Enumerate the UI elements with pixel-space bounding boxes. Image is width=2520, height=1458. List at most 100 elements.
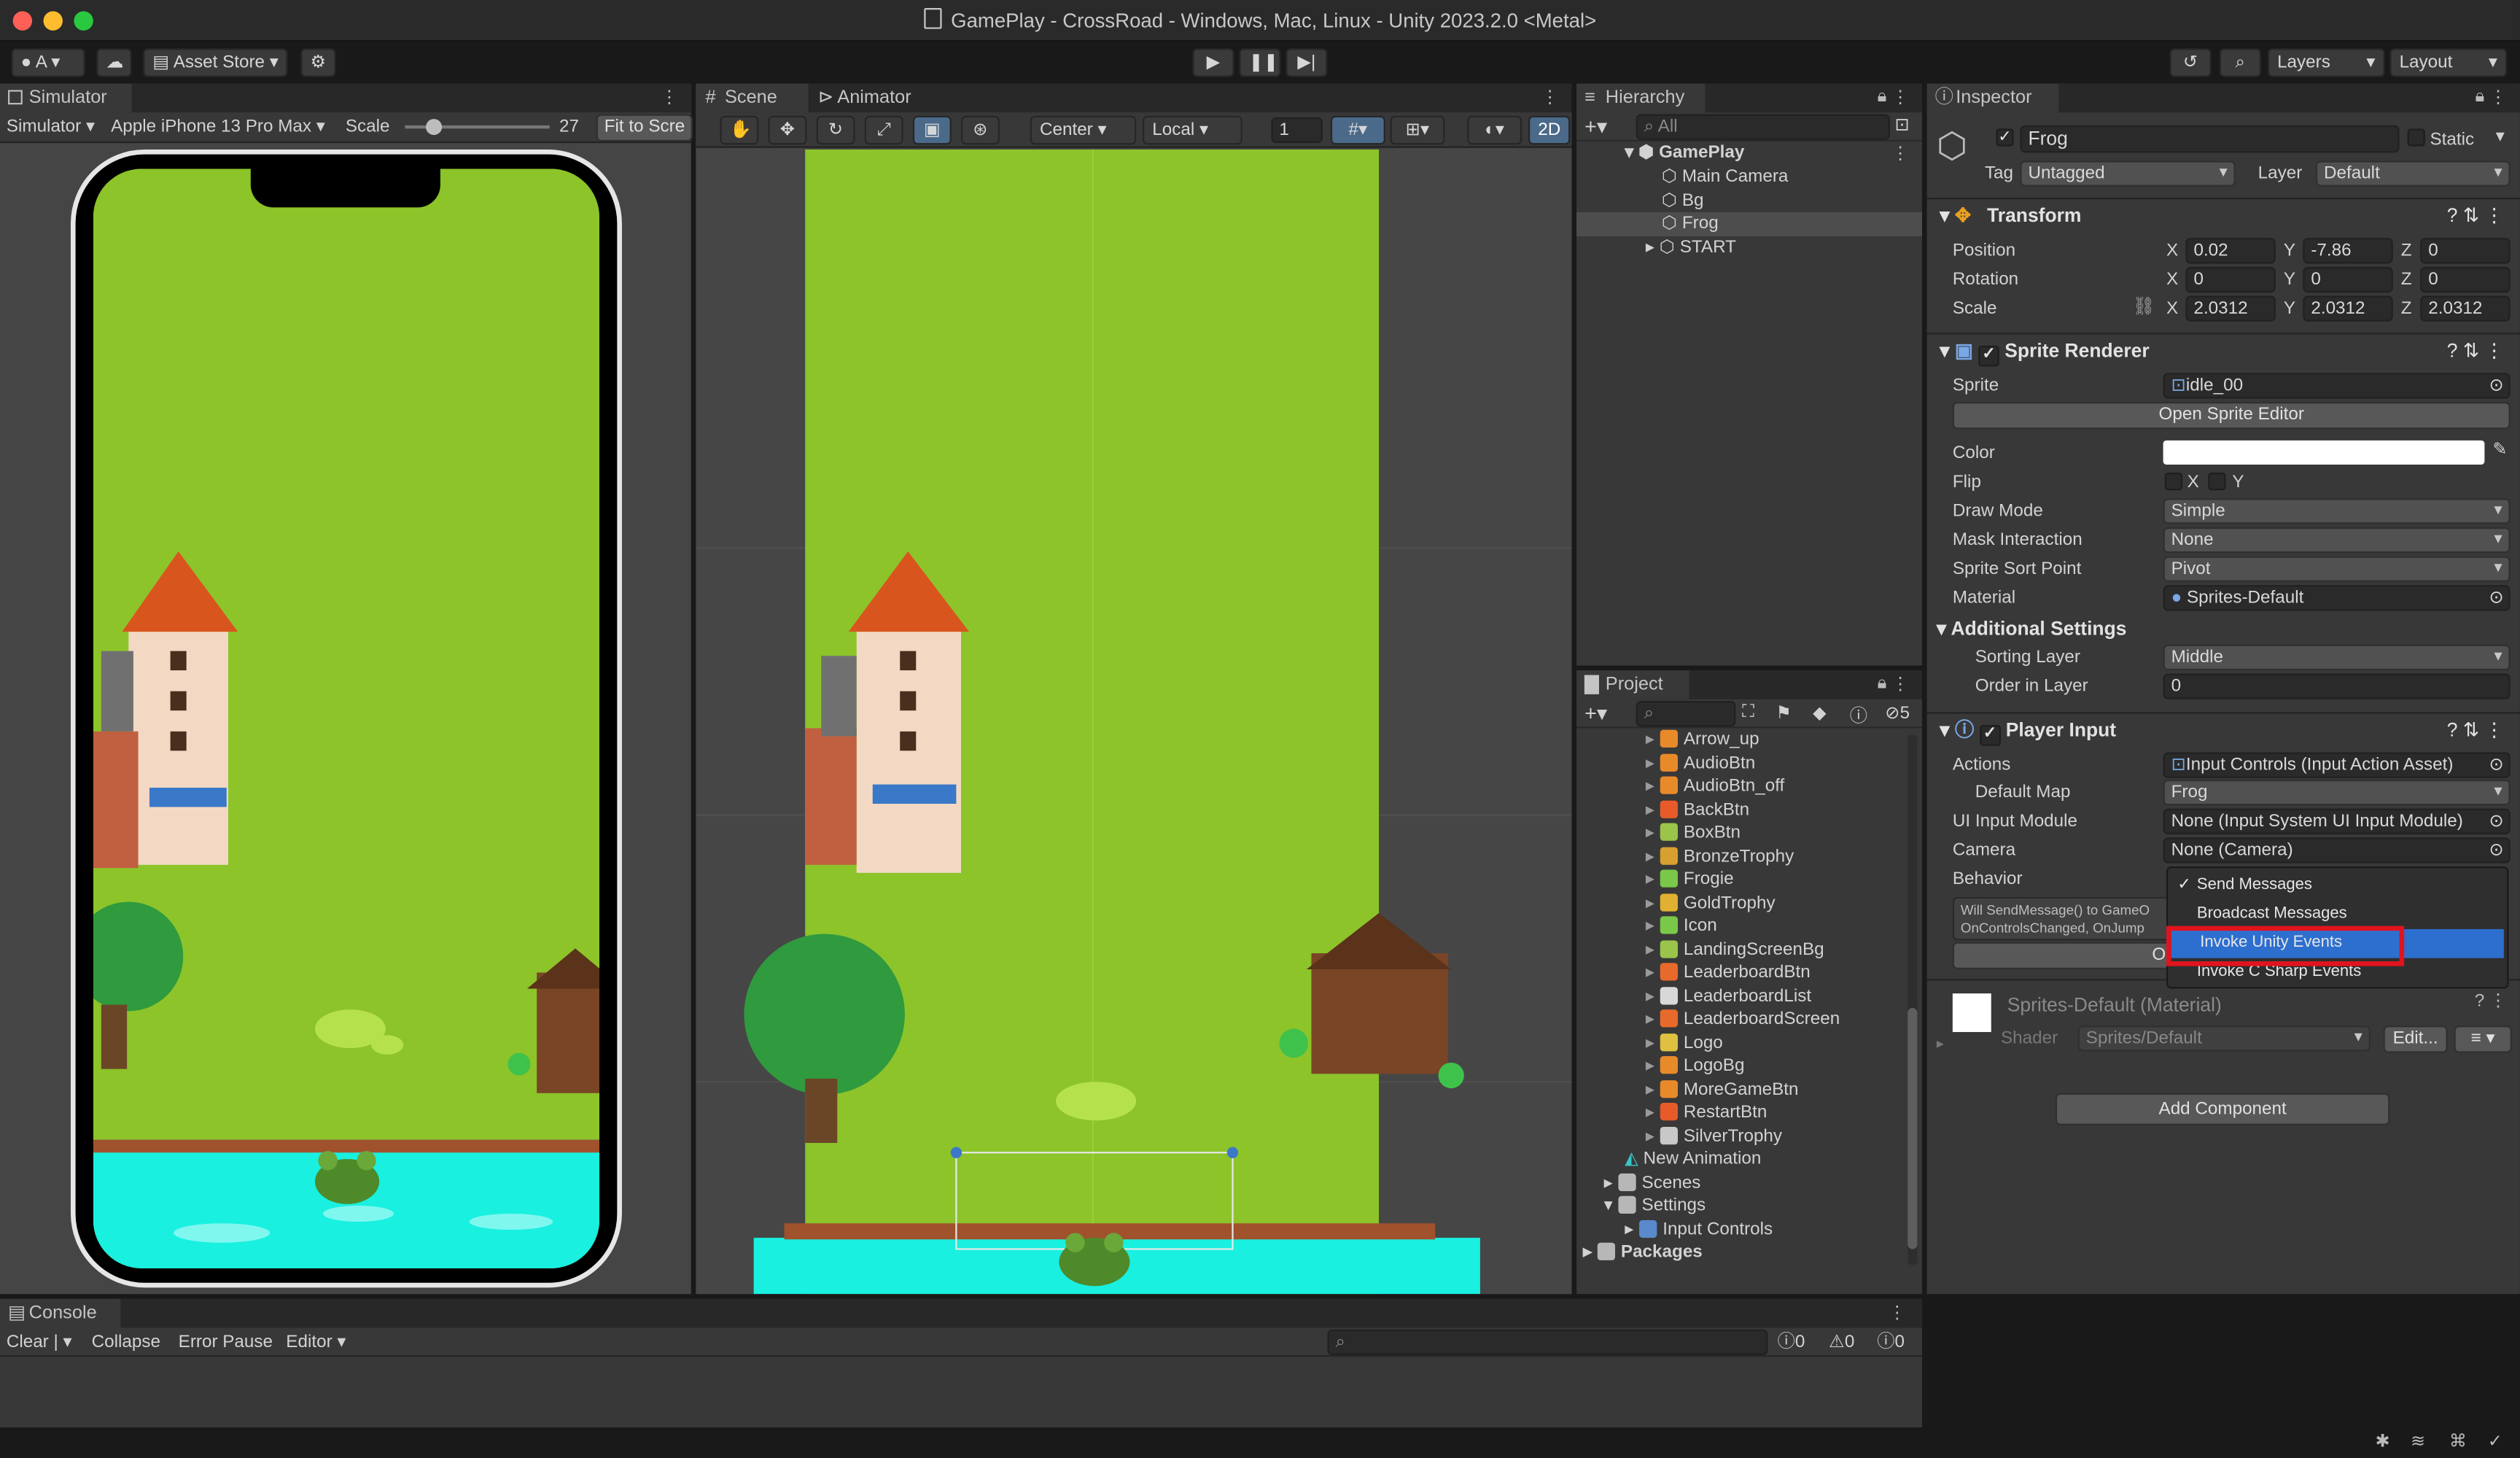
flip-x-checkbox[interactable] — [2164, 472, 2183, 491]
object-picker-icon[interactable]: ⊙ — [2489, 754, 2504, 777]
step-button[interactable]: ▶| — [1286, 48, 1328, 77]
kebab-menu-icon[interactable]: ⋮ — [1889, 1302, 1906, 1322]
account-button[interactable]: ● A ▾ — [11, 48, 85, 77]
hierarchy-scene-root[interactable]: ▾ ⬢ GamePlay — [1625, 141, 1922, 165]
simulator-mode-dropdown[interactable]: Simulator ▾ — [7, 112, 95, 141]
kebab-menu-icon[interactable]: ⋮ — [1891, 143, 1909, 163]
expand-arrow-icon[interactable]: ▸ — [1646, 916, 1660, 935]
list-item[interactable]: ▾ Settings — [1604, 1195, 1706, 1218]
list-item[interactable]: ▸ Frogie — [1646, 868, 1734, 891]
list-item[interactable]: ▸ Icon — [1646, 915, 1717, 938]
hand-tool-icon[interactable]: ✋ — [720, 115, 759, 145]
component-menu-icons[interactable]: ? ⇅ ⋮ — [2447, 334, 2504, 366]
list-item[interactable]: ▸ AudioBtn_off — [1646, 775, 1784, 798]
warning-count-toggle[interactable]: ⚠0 — [1829, 1328, 1854, 1357]
list-item[interactable]: ◭ New Animation — [1625, 1148, 1761, 1171]
tag-icon[interactable]: ◆ — [1813, 702, 1827, 723]
ui-input-module-field[interactable]: None (Input System UI Input Module) ⊙ — [2163, 808, 2511, 834]
rotation-y-field[interactable]: 0 — [2303, 266, 2393, 293]
scene-visibility-icon[interactable]: ⊡ — [1895, 114, 1910, 135]
actions-field[interactable]: ⊡Input Controls (Input Action Asset) ⊙ — [2163, 752, 2511, 778]
scale-tool-icon[interactable]: ⤢ — [864, 115, 903, 145]
position-y-field[interactable]: -7.86 — [2303, 238, 2393, 264]
camera-field[interactable]: None (Camera) ⊙ — [2163, 837, 2511, 864]
scale-z-field[interactable]: 2.0312 — [2420, 295, 2511, 322]
search-icon[interactable]: ⌕ — [2219, 48, 2262, 77]
sprite-renderer-header[interactable]: ▾ ▣ ✓ Sprite Renderer ? ⇅ ⋮ — [1926, 333, 2520, 367]
sprite-sort-point-dropdown[interactable]: Pivot — [2163, 556, 2511, 582]
component-menu-icons[interactable]: ? ⇅ ⋮ — [2447, 714, 2504, 746]
player-input-header[interactable]: ▾ ⓘ ✓ Player Input ? ⇅ ⋮ — [1926, 712, 2520, 746]
list-item[interactable]: ▸ BackBtn — [1646, 798, 1749, 821]
expand-arrow-icon[interactable]: ▸ — [1646, 1079, 1660, 1098]
expand-arrow-icon[interactable]: ▸ — [1646, 939, 1660, 958]
expand-arrow-icon[interactable]: ▸ — [1646, 730, 1660, 749]
list-item[interactable]: ▸ LandingScreenBg — [1646, 938, 1824, 961]
hierarchy-item[interactable]: ⬡ Main Camera — [1662, 166, 1788, 189]
hierarchy-search-input[interactable]: ⌕ All — [1636, 114, 1890, 140]
flip-y-checkbox[interactable] — [2208, 472, 2226, 491]
shading-mode-icon[interactable]: ◐▾ — [1467, 115, 1522, 145]
network-icon[interactable]: ⌘ — [2449, 1431, 2467, 1451]
expand-arrow-icon[interactable]: ▸ — [1646, 1056, 1660, 1075]
pause-button[interactable]: ❚❚ — [1239, 48, 1281, 77]
position-z-field[interactable]: 0 — [2420, 238, 2511, 264]
list-item[interactable]: ▸ MoreGameBtn — [1646, 1078, 1799, 1101]
search-type-icon[interactable]: ⛶ — [1742, 702, 1754, 724]
grid-visibility-icon[interactable]: ⊞▾ — [1390, 115, 1445, 145]
object-picker-icon[interactable]: ⊙ — [2489, 810, 2504, 833]
lock-icon[interactable]: 🔒︎ — [2475, 87, 2484, 108]
asset-store-button[interactable]: ▤ Asset Store ▾ — [143, 48, 288, 77]
static-checkbox[interactable] — [2407, 128, 2425, 147]
hidden-packages-icon[interactable]: ⊘5 — [1885, 702, 1910, 723]
add-component-button[interactable]: Add Component — [2055, 1093, 2390, 1125]
expand-arrow-icon[interactable]: ▸ — [1646, 823, 1660, 842]
expand-arrow-icon[interactable]: ▸ — [1646, 753, 1660, 772]
list-item[interactable]: ▸ AudioBtn — [1646, 751, 1755, 775]
shader-menu-icon[interactable]: ≡ ▾ — [2454, 1025, 2512, 1053]
expand-arrow-icon[interactable]: ▸ — [1646, 893, 1660, 912]
kebab-menu-icon[interactable]: ⋮ — [661, 87, 678, 107]
list-item[interactable]: ▸ Packages — [1583, 1241, 1703, 1264]
layers-dropdown[interactable]: Layers ▾ — [2267, 48, 2385, 77]
tab-inspector[interactable]: ⓘ Inspector — [1926, 83, 2059, 113]
status-check-icon[interactable]: ✓ — [2488, 1431, 2502, 1451]
add-icon[interactable]: +▾ — [1584, 701, 1607, 726]
additional-settings-foldout[interactable]: ▾ Additional Settings — [1937, 614, 2127, 643]
pivot-center-dropdown[interactable]: Center ▾ — [1030, 115, 1137, 145]
game-view[interactable] — [93, 168, 600, 1268]
clear-button[interactable]: Clear | ▾ — [7, 1328, 72, 1357]
editor-dropdown[interactable]: Editor ▾ — [286, 1328, 346, 1357]
play-button[interactable]: ▶ — [1192, 48, 1234, 77]
console-search-input[interactable]: ⌕ — [1327, 1329, 1768, 1355]
transform-header[interactable]: ▾ ✥ Transform ? ⇅ ⋮ — [1926, 198, 2520, 231]
tab-console[interactable]: ▤ Console — [0, 1298, 121, 1328]
player-input-enabled-checkbox[interactable]: ✓ — [1979, 725, 2001, 746]
move-tool-icon[interactable]: ✥ — [768, 115, 807, 145]
expand-arrow-icon[interactable]: ▸ — [1646, 1033, 1660, 1052]
tab-animator[interactable]: ⊳ Animator — [809, 84, 953, 113]
hierarchy-item[interactable]: ▸ ⬡ START — [1646, 236, 1736, 259]
list-item[interactable]: ▸ Input Controls — [1625, 1218, 1773, 1241]
fit-to-screen-button[interactable]: Fit to Scre — [596, 114, 693, 141]
sprite-renderer-enabled-checkbox[interactable]: ✓ — [1978, 345, 1999, 367]
expand-arrow-icon[interactable]: ▸ — [1646, 777, 1660, 796]
expand-arrow-icon[interactable]: ▸ — [1646, 1126, 1660, 1145]
search-label-icon[interactable]: ⚑ — [1776, 702, 1792, 723]
list-item[interactable]: ▸ Scenes — [1604, 1171, 1700, 1195]
menu-item-broadcast-messages[interactable]: Broadcast Messages — [2168, 900, 2507, 929]
object-picker-icon[interactable]: ⊙ — [2489, 375, 2504, 398]
error-pause-button[interactable]: Error Pause — [179, 1328, 273, 1357]
kebab-menu-icon[interactable]: ⋮ — [1541, 87, 1559, 107]
object-picker-icon[interactable]: ⊙ — [2489, 839, 2504, 861]
expand-arrow-icon[interactable]: ▸ — [1646, 869, 1660, 888]
mask-interaction-dropdown[interactable]: None — [2163, 527, 2511, 554]
material-field[interactable]: ● Sprites-Default ⊙ — [2163, 585, 2511, 611]
rotation-z-field[interactable]: 0 — [2420, 266, 2511, 293]
menu-item-send-messages[interactable]: ✓ Send Messages — [2168, 872, 2507, 901]
expand-arrow-icon[interactable]: ▸ — [1646, 799, 1660, 818]
component-menu-icons[interactable]: ? ⇅ ⋮ — [2447, 199, 2504, 231]
stack-icon[interactable]: ≋ — [2411, 1431, 2425, 1451]
layer-dropdown[interactable]: Default — [2315, 160, 2511, 187]
scale-y-field[interactable]: 2.0312 — [2303, 295, 2393, 322]
